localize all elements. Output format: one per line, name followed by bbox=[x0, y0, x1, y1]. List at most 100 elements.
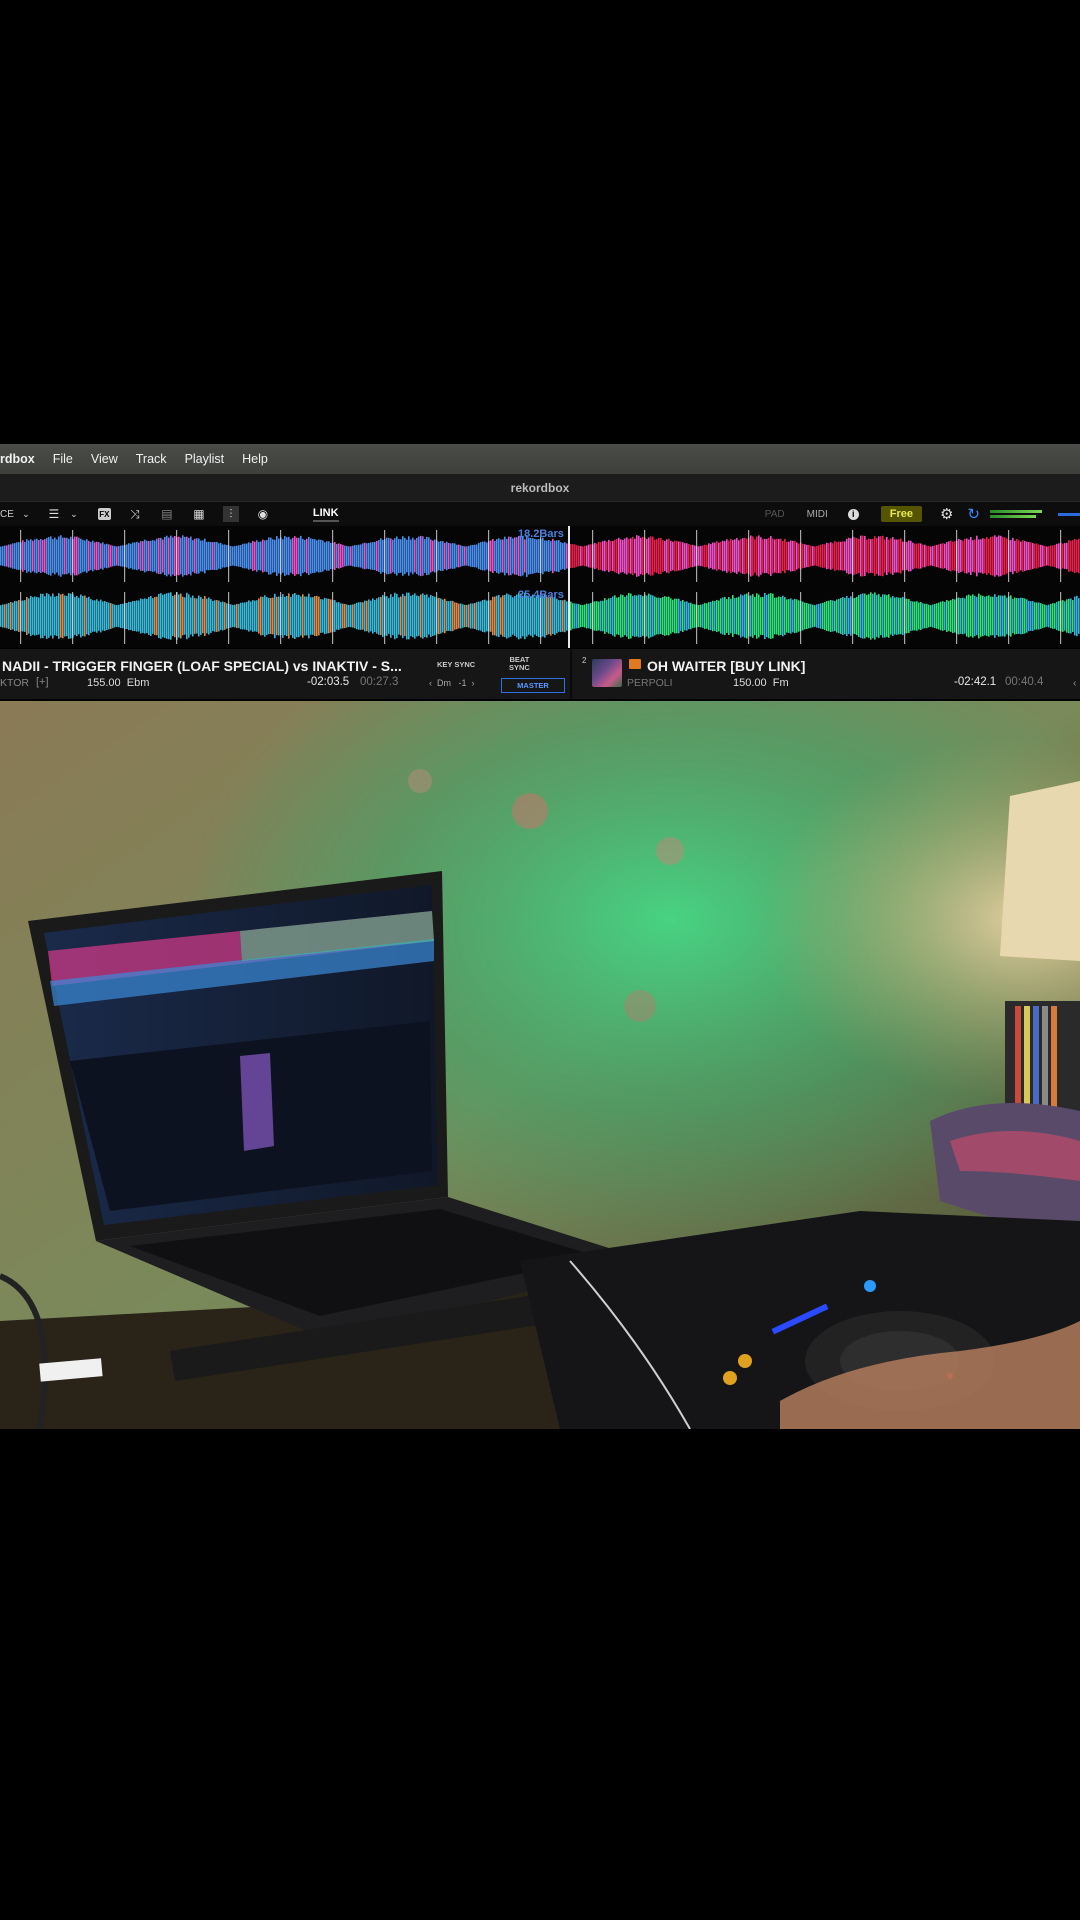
waveform-sample bbox=[742, 595, 744, 637]
deck-a-bpm-key: 155.00 Ebm bbox=[87, 677, 150, 689]
chevron-down-icon[interactable]: ⌄ bbox=[18, 506, 34, 522]
beat-sync-button[interactable]: BEAT SYNC bbox=[509, 656, 530, 672]
waveform-sample bbox=[816, 604, 818, 628]
key-sync-button[interactable]: KEY SYNC bbox=[437, 660, 475, 669]
waveform-sample bbox=[710, 544, 712, 568]
menu-view[interactable]: View bbox=[91, 452, 118, 466]
waveform-sample bbox=[472, 603, 474, 629]
mode-selector[interactable]: CE bbox=[0, 509, 14, 520]
waveform-sample bbox=[998, 595, 1000, 637]
waveform-sample bbox=[668, 538, 670, 574]
add-to-collection-button[interactable]: [+] bbox=[36, 676, 49, 688]
waveform-sample bbox=[620, 539, 622, 573]
waveform-sample bbox=[134, 601, 136, 631]
waveform-sample bbox=[526, 535, 528, 577]
free-badge[interactable]: Free bbox=[880, 506, 922, 522]
record-icon[interactable]: ◉ bbox=[255, 506, 271, 522]
waveform-sample bbox=[678, 598, 680, 634]
waveform-sample bbox=[908, 599, 910, 633]
waveform-sample bbox=[438, 597, 440, 635]
waveform-sample bbox=[4, 545, 6, 567]
deck-a-track-title: NADII - TRIGGER FINGER (LOAF SPECIAL) vs… bbox=[2, 658, 402, 674]
waveform-sample bbox=[722, 597, 724, 635]
waveform-sample bbox=[1022, 540, 1024, 572]
waveform-sample bbox=[98, 541, 100, 571]
mixer-icon[interactable]: ⫶ bbox=[222, 506, 239, 522]
sync-icon[interactable]: ↻ bbox=[967, 505, 980, 523]
waveform-sample bbox=[944, 601, 946, 631]
waveform-sample bbox=[434, 539, 436, 573]
waveform-sample bbox=[108, 544, 110, 568]
waveform-sample bbox=[310, 538, 312, 574]
waveform-sample bbox=[318, 596, 320, 636]
menu-playlist[interactable]: Playlist bbox=[185, 452, 225, 466]
waveform-sample bbox=[1056, 601, 1058, 631]
waveform-sample bbox=[1040, 603, 1042, 629]
waveform-sample bbox=[194, 598, 196, 634]
menu-help[interactable]: Help bbox=[242, 452, 268, 466]
waveform-sample bbox=[1042, 604, 1044, 628]
chevron-down-icon[interactable]: ⌄ bbox=[66, 506, 82, 522]
waveform-sample bbox=[926, 603, 928, 629]
waveform-sample bbox=[580, 604, 582, 628]
waveform-sample bbox=[588, 544, 590, 568]
waveform-sample bbox=[978, 539, 980, 573]
waveform-sample bbox=[620, 594, 622, 638]
waveform-sample bbox=[336, 543, 338, 569]
waveform-sample bbox=[862, 535, 864, 577]
waveform-sample bbox=[46, 593, 48, 639]
waveform-sample bbox=[692, 604, 694, 628]
menu-icon[interactable]: ☰ bbox=[46, 506, 62, 522]
app-name[interactable]: rdbox bbox=[0, 452, 35, 466]
waveform-sample bbox=[914, 601, 916, 631]
waveform-sample bbox=[106, 543, 108, 569]
waveform-sample bbox=[416, 537, 418, 575]
sampler-icon[interactable]: ▤ bbox=[159, 506, 175, 522]
gear-icon[interactable]: ⚙ bbox=[940, 505, 953, 523]
waveform-sample bbox=[114, 604, 116, 628]
fx-icon[interactable]: FX bbox=[97, 508, 111, 520]
waveform-sample bbox=[422, 536, 424, 576]
waveform-sample bbox=[660, 597, 662, 635]
waveform-sample bbox=[158, 538, 160, 574]
waveform-sample bbox=[758, 535, 760, 577]
waveform-sample bbox=[580, 546, 582, 566]
waveform-sample bbox=[6, 603, 8, 629]
pad-button[interactable]: PAD bbox=[765, 509, 785, 520]
waveform-sample bbox=[152, 540, 154, 572]
chevron-left-icon[interactable]: ‹ bbox=[1073, 678, 1076, 689]
waveform-sample bbox=[782, 541, 784, 571]
waveform-sample bbox=[192, 595, 194, 637]
waveform-sample bbox=[574, 603, 576, 629]
grid-icon[interactable]: ▦ bbox=[191, 506, 207, 522]
shuffle-icon[interactable]: ⤨ bbox=[127, 506, 143, 522]
waveform-display[interactable]: 18.2Bars 25.4Bars bbox=[0, 526, 1080, 648]
waveform-sample bbox=[376, 540, 378, 572]
waveform-sample bbox=[676, 540, 678, 572]
waveform-sample bbox=[894, 597, 896, 635]
waveform-sample bbox=[1024, 598, 1026, 634]
master-button[interactable]: MASTER bbox=[501, 678, 565, 693]
menu-track[interactable]: Track bbox=[136, 452, 167, 466]
waveform-sample bbox=[10, 544, 12, 568]
waveform-sample bbox=[150, 540, 152, 572]
menu-file[interactable]: File bbox=[53, 452, 73, 466]
waveform-sample bbox=[762, 596, 764, 636]
waveform-sample bbox=[970, 536, 972, 576]
waveform-sample bbox=[516, 537, 518, 575]
link-button[interactable]: LINK bbox=[312, 507, 339, 522]
waveform-sample bbox=[548, 539, 550, 573]
waveform-sample bbox=[704, 544, 706, 568]
waveform-sample bbox=[402, 593, 404, 639]
key-shift-control[interactable]: ‹ Dm -1 › bbox=[429, 678, 475, 688]
waveform-sample bbox=[236, 603, 238, 629]
beat-grid-line bbox=[20, 592, 22, 644]
waveform-sample bbox=[70, 593, 72, 639]
midi-button[interactable]: MIDI bbox=[807, 509, 828, 520]
waveform-sample bbox=[1034, 602, 1036, 630]
waveform-sample bbox=[542, 537, 544, 575]
waveform-sample bbox=[722, 540, 724, 572]
info-icon[interactable]: i bbox=[847, 508, 859, 520]
waveform-sample bbox=[414, 539, 416, 573]
waveform-sample bbox=[584, 604, 586, 628]
